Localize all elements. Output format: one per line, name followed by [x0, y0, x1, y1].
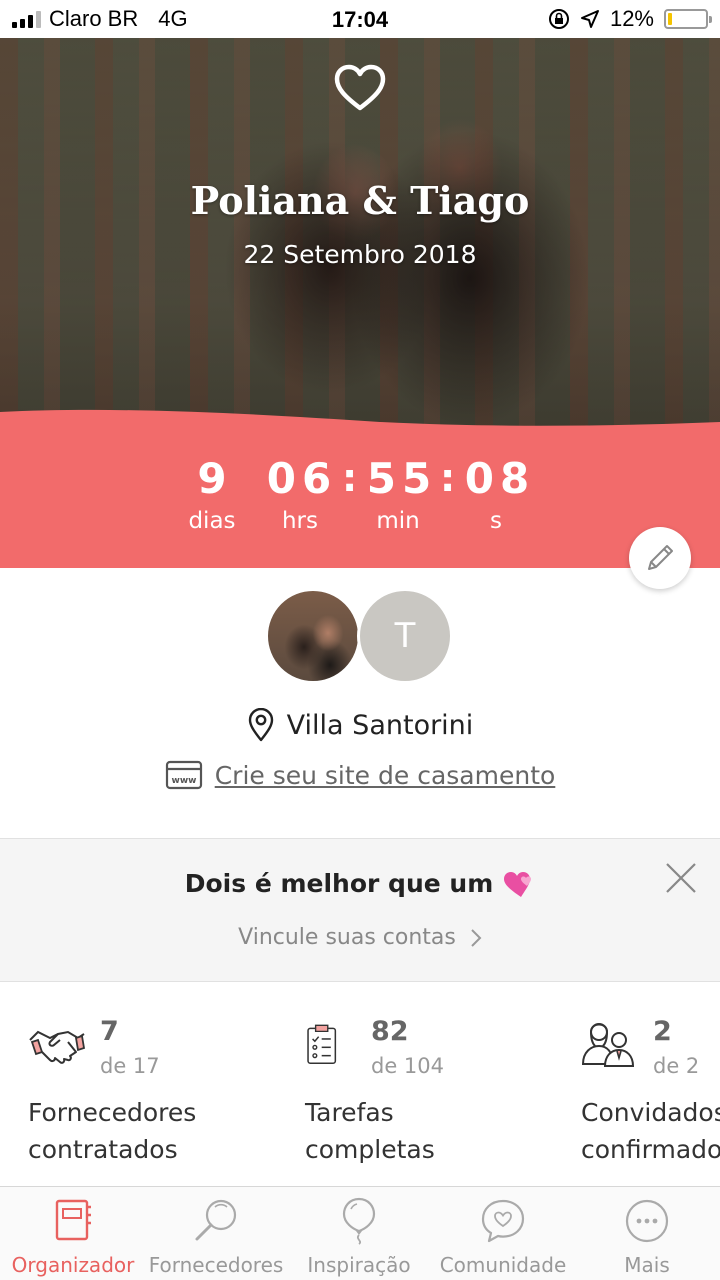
tab-label: Organizador	[11, 1253, 135, 1277]
countdown-seconds: 08	[464, 454, 536, 503]
tab-fornecedores[interactable]: Fornecedores	[146, 1187, 286, 1280]
chat-heart-icon	[481, 1199, 525, 1243]
countdown-hours-label: hrs	[281, 508, 319, 534]
tab-inspiracao[interactable]: Inspiração	[286, 1187, 432, 1280]
countdown-days-label: dias	[188, 508, 236, 534]
stat-vendors-value: 7	[100, 1016, 119, 1047]
tab-organizador[interactable]: Organizador	[0, 1187, 146, 1280]
more-icon	[625, 1199, 669, 1243]
create-site-link[interactable]: www Crie seu site de casamento	[0, 760, 720, 790]
stat-guests-label: Convidados confirmados	[581, 1094, 720, 1168]
tab-mais[interactable]: Mais	[574, 1187, 720, 1280]
stat-label-line: Tarefas	[305, 1098, 394, 1127]
orientation-lock-icon	[548, 9, 569, 29]
location-pin-icon	[248, 708, 273, 742]
avatar-couple-photo[interactable]	[265, 588, 361, 684]
planner-icon	[55, 1199, 91, 1241]
couple-names: Poliana & Tiago	[190, 178, 530, 223]
guests-icon	[581, 1023, 635, 1067]
venue-name: Villa Santorini	[286, 709, 474, 741]
wedding-date: 22 Setembro 2018	[243, 240, 477, 269]
stat-label-line: completas	[305, 1135, 435, 1164]
countdown-minutes: 55	[366, 454, 438, 503]
tab-label: Mais	[624, 1253, 670, 1277]
chevron-right-icon	[471, 928, 482, 947]
tab-label: Inspiração	[307, 1253, 411, 1277]
countdown-hours: 06	[266, 454, 338, 503]
avatar-partner[interactable]: T	[357, 588, 453, 684]
tab-label: Comunidade	[439, 1253, 567, 1277]
stat-label-line: Fornecedores	[28, 1098, 197, 1127]
website-icon: www	[165, 760, 202, 790]
search-icon	[195, 1199, 237, 1241]
battery-percent: 12%	[609, 6, 654, 31]
edit-button[interactable]	[629, 527, 691, 589]
link-accounts-banner: Dois é melhor que um Vincule suas contas	[0, 838, 720, 982]
countdown-separator: :	[440, 456, 456, 500]
tab-comunidade[interactable]: Comunidade	[432, 1187, 574, 1280]
location-arrow-icon	[580, 10, 599, 28]
countdown: 9 dias 06 hrs : 55 min : 08 s	[0, 408, 720, 568]
couple-avatars: T	[265, 588, 455, 684]
countdown-separator: :	[342, 456, 358, 500]
stat-guests[interactable]: 2 de 2 Convidados confirmados	[581, 1010, 720, 1190]
handshake-icon	[29, 1030, 86, 1064]
tab-label: Fornecedores	[148, 1253, 284, 1277]
checklist-icon	[307, 1024, 337, 1064]
status-right: 12%	[548, 6, 712, 32]
countdown-minutes-label: min	[376, 508, 420, 534]
bottom-nav: Organizador Fornecedores Inspiração Comu…	[0, 1186, 720, 1280]
stat-vendors-label: Fornecedores contratados	[28, 1094, 196, 1168]
stat-tasks-total: de 104	[371, 1054, 445, 1078]
countdown-band-shape	[0, 409, 720, 568]
stat-vendors-total: de 17	[100, 1054, 160, 1078]
status-bar: Claro BR 4G 17:04 12%	[0, 0, 720, 40]
heart-logo-icon	[334, 64, 386, 111]
countdown-seconds-label: s	[490, 508, 502, 534]
stat-label-line: contratados	[28, 1135, 178, 1164]
stat-tasks-value: 82	[371, 1016, 409, 1047]
banner-title: Dois é melhor que um	[0, 869, 720, 900]
balloon-icon	[342, 1197, 376, 1245]
pencil-icon	[648, 545, 673, 570]
close-icon[interactable]	[664, 861, 698, 895]
battery-icon	[664, 9, 712, 29]
hearts-emoji-icon	[504, 872, 532, 897]
stat-guests-value: 2	[653, 1016, 672, 1047]
stat-label-line: confirmados	[581, 1135, 720, 1164]
avatar-initial: T	[394, 616, 416, 656]
countdown-days: 9	[197, 454, 233, 503]
create-site-link-text: Crie seu site de casamento	[214, 760, 556, 790]
hero-header: Poliana & Tiago 22 Setembro 2018 9 dias …	[0, 38, 720, 568]
svg-text:www: www	[171, 776, 196, 786]
banner-subtitle: Vincule suas contas	[238, 925, 456, 950]
link-accounts-button[interactable]: Vincule suas contas	[0, 925, 720, 950]
stat-tasks-label: Tarefas completas	[305, 1094, 435, 1168]
stat-guests-total: de 2	[653, 1054, 700, 1078]
stat-label-line: Convidados	[581, 1098, 720, 1127]
venue[interactable]: Villa Santorini	[0, 708, 720, 742]
banner-title-text: Dois é melhor que um	[184, 869, 494, 898]
